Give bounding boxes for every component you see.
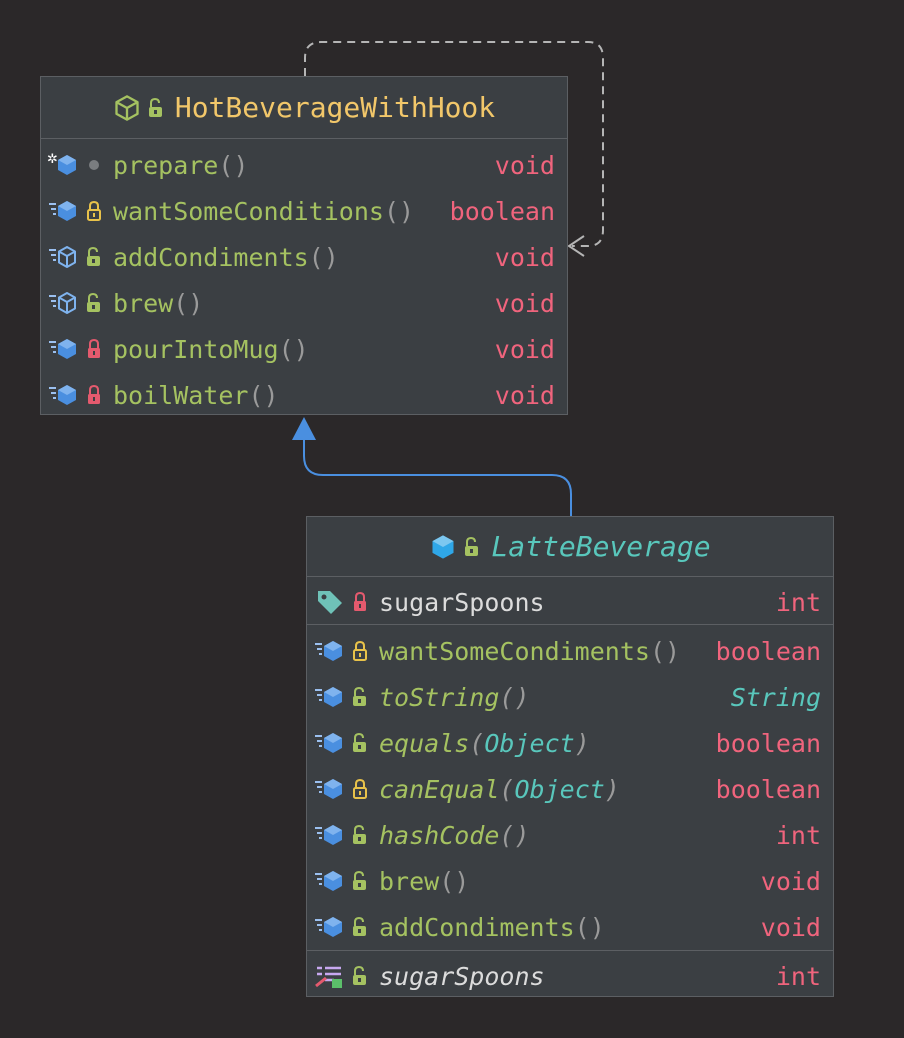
method-icon (313, 729, 345, 757)
fields-section: sugarSpoons int (307, 577, 833, 624)
class-icon (113, 94, 141, 122)
abstract-method-icon (47, 289, 79, 317)
inheritance-arrow (303, 438, 572, 516)
unlocked-icon (463, 536, 481, 557)
inheritance-arrowhead (292, 417, 316, 440)
method-row-equals[interactable]: equals(Object) boolean (307, 720, 833, 766)
abstract-method-icon (47, 243, 79, 271)
public-lock-icon (345, 913, 375, 941)
field-tag-icon (313, 588, 345, 616)
method-type: boolean (715, 636, 821, 666)
package-dot-icon (79, 151, 109, 179)
methods-section: wantSomeCondiments() boolean toString() … (307, 624, 833, 950)
public-lock-icon (345, 867, 375, 895)
method-name: addCondiments() (113, 242, 339, 272)
hot-beverage-header[interactable]: HotBeverageWithHook (41, 77, 567, 139)
class-icon (429, 533, 457, 561)
method-name: addCondiments() (379, 912, 605, 942)
property-icon (313, 962, 345, 990)
public-lock-icon (345, 683, 375, 711)
method-name: canEqual(Object) (379, 774, 620, 804)
method-type: void (494, 150, 555, 180)
method-row-hashcode[interactable]: hashCode() int (307, 812, 833, 858)
protected-lock-icon (345, 637, 375, 665)
public-lock-icon (79, 289, 109, 317)
method-row-canequal[interactable]: canEqual(Object) boolean (307, 766, 833, 812)
protected-lock-icon (79, 197, 109, 225)
method-icon (47, 335, 79, 363)
method-row-brew[interactable]: brew() void (41, 280, 567, 326)
method-icon (47, 197, 79, 225)
private-lock-icon (79, 335, 109, 363)
method-name: brew() (379, 866, 470, 896)
method-row-brew[interactable]: brew() void (307, 858, 833, 904)
method-name: hashCode() (379, 820, 530, 850)
final-method-icon: ✲ (47, 151, 79, 179)
method-name: equals(Object) (379, 728, 590, 758)
method-row-tostring[interactable]: toString() String (307, 674, 833, 720)
method-icon (313, 867, 345, 895)
method-icon (313, 775, 345, 803)
method-icon (313, 637, 345, 665)
method-type: void (494, 242, 555, 272)
property-row-sugarspoons[interactable]: sugarSpoons int (307, 954, 833, 998)
method-row-addcondiments[interactable]: addCondiments() void (41, 234, 567, 280)
method-name: boilWater() (113, 380, 279, 410)
properties-section: sugarSpoons int (307, 950, 833, 998)
property-name: sugarSpoons (379, 961, 545, 991)
public-lock-icon (79, 243, 109, 271)
method-type: boolean (449, 196, 555, 226)
method-type: int (775, 820, 821, 850)
class-name: LatteBeverage (491, 530, 711, 563)
method-type: String (730, 682, 821, 712)
method-row-wantsomecondiments[interactable]: wantSomeConditions() boolean (41, 188, 567, 234)
protected-lock-icon (345, 775, 375, 803)
method-name: toString() (379, 682, 530, 712)
method-name: pourIntoMug() (113, 334, 309, 364)
field-row-sugarspoons[interactable]: sugarSpoons int (307, 580, 833, 624)
method-type: void (760, 866, 821, 896)
method-row-wantsomecondiments[interactable]: wantSomeCondiments() boolean (307, 628, 833, 674)
method-name: wantSomeConditions() (113, 196, 415, 226)
field-type: int (775, 587, 821, 617)
method-type: void (494, 380, 555, 410)
method-row-prepare[interactable]: ✲ prepare() void (41, 142, 567, 188)
latte-beverage-class-box[interactable]: LatteBeverage sugarSpoons int wantSomeCo… (306, 516, 834, 997)
property-type: int (775, 961, 821, 991)
method-icon (313, 913, 345, 941)
private-lock-icon (345, 588, 375, 616)
field-name: sugarSpoons (379, 587, 545, 617)
method-type: void (760, 912, 821, 942)
method-row-pourintomug[interactable]: pourIntoMug() void (41, 326, 567, 372)
method-icon (313, 683, 345, 711)
unlocked-icon (147, 97, 165, 118)
public-lock-icon (345, 729, 375, 757)
method-name: wantSomeCondiments() (379, 636, 681, 666)
method-icon (313, 821, 345, 849)
class-name: HotBeverageWithHook (174, 91, 496, 124)
method-type: boolean (715, 774, 821, 804)
method-row-boilwater[interactable]: boilWater() void (41, 372, 567, 418)
method-type: void (494, 334, 555, 364)
method-type: void (494, 288, 555, 318)
method-type: boolean (715, 728, 821, 758)
public-lock-icon (345, 962, 375, 990)
method-name: brew() (113, 288, 204, 318)
methods-section: ✲ prepare() void wantSomeConditions() bo… (41, 139, 567, 418)
method-name: prepare() (113, 150, 249, 180)
latte-beverage-header[interactable]: LatteBeverage (307, 517, 833, 577)
method-row-addcondiments[interactable]: addCondiments() void (307, 904, 833, 950)
private-lock-icon (79, 381, 109, 409)
hot-beverage-class-box[interactable]: HotBeverageWithHook ✲ prepare() void wan… (40, 76, 568, 415)
method-icon (47, 381, 79, 409)
public-lock-icon (345, 821, 375, 849)
svg-text:✲: ✲ (47, 152, 58, 167)
